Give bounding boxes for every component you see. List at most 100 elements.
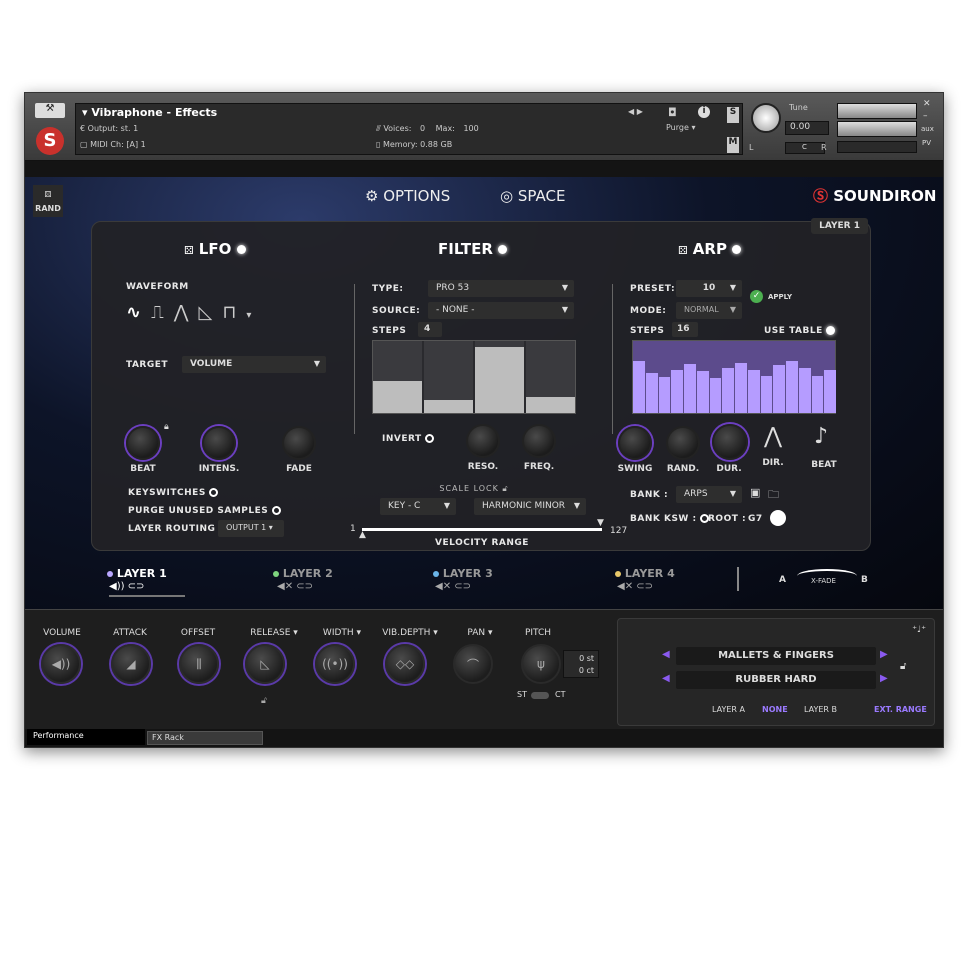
invert-toggle[interactable]: INVERT xyxy=(382,434,435,444)
layer-b-label[interactable]: LAYER B xyxy=(804,705,837,714)
mute-button[interactable]: M xyxy=(727,137,739,153)
wrench-icon[interactable]: ⚒ xyxy=(35,103,65,118)
vib-depth-knob[interactable]: ◇◇ xyxy=(385,644,425,684)
tab-fx-rack[interactable]: FX Rack xyxy=(147,731,263,745)
layer-tab-3[interactable]: LAYER 3 xyxy=(433,567,493,580)
layer-4-mute-link-icons[interactable]: ◀✕ ⊂⊃ xyxy=(617,581,653,592)
next-preset-b-icon[interactable]: ▶ xyxy=(880,673,888,684)
arp-step-bar[interactable] xyxy=(824,369,836,413)
filter-step-column[interactable] xyxy=(526,341,575,413)
rand-button[interactable]: ⚄ RAND xyxy=(33,185,63,217)
root-learn-knob[interactable] xyxy=(770,510,786,526)
triangle-wave-icon[interactable]: ⋀ xyxy=(174,302,199,323)
filter-step-sequencer[interactable] xyxy=(372,340,576,414)
direction-icon[interactable]: ⋀ xyxy=(764,424,782,449)
keyswitches-toggle[interactable]: KEYSWITCHES xyxy=(128,488,219,498)
arp-step-bar[interactable] xyxy=(747,369,760,413)
volume-slider[interactable] xyxy=(837,141,917,153)
attack-knob[interactable]: ◢ xyxy=(111,644,151,684)
lfo-intensity-knob[interactable] xyxy=(202,426,236,460)
offset-knob[interactable]: ⫼ xyxy=(179,644,219,684)
filter-type-dropdown[interactable]: PRO 53 ▼ xyxy=(428,280,574,297)
apply-check-icon[interactable]: ✓ xyxy=(750,290,763,303)
layer-tab-2[interactable]: LAYER 2 xyxy=(273,567,333,580)
arp-step-bar[interactable] xyxy=(735,362,747,413)
arp-step-bar[interactable] xyxy=(811,375,824,413)
preset-b-name[interactable]: RUBBER HARD xyxy=(676,671,876,689)
filter-step-bar[interactable] xyxy=(373,380,422,413)
filter-power-toggle[interactable] xyxy=(498,245,508,254)
lock-icon[interactable]: 🔓︎ xyxy=(502,484,508,493)
sine-wave-icon[interactable]: ∿ xyxy=(126,302,151,323)
arp-step-bar[interactable] xyxy=(658,377,671,413)
key-dropdown[interactable]: KEY - C ▼ xyxy=(380,498,456,515)
volume-knob[interactable]: ◀)) xyxy=(41,644,81,684)
lfo-beat-knob[interactable] xyxy=(126,426,160,460)
close-icon[interactable]: ✕ xyxy=(923,99,931,109)
info-icon[interactable]: i xyxy=(698,106,710,118)
layer-2-mute-link-icons[interactable]: ◀✕ ⊂⊃ xyxy=(277,581,313,592)
preset-a-name[interactable]: MALLETS & FINGERS xyxy=(676,647,876,665)
reso-knob[interactable] xyxy=(466,424,500,458)
source-dropdown[interactable]: - NONE - ▼ xyxy=(428,302,574,319)
save-icon[interactable]: ▣ xyxy=(750,486,760,499)
layer-3-mute-link-icons[interactable]: ◀✕ ⊂⊃ xyxy=(435,581,471,592)
lfo-header[interactable]: ⚄ LFO xyxy=(184,240,246,258)
filter-step-column[interactable] xyxy=(373,341,422,413)
pan-slider[interactable]: C xyxy=(785,142,825,154)
bank-dropdown[interactable]: ARPS ▼ xyxy=(676,486,742,503)
preset-dropdown[interactable]: 10 ▼ xyxy=(676,280,742,297)
arp-step-table[interactable] xyxy=(632,340,836,414)
arp-step-bar[interactable] xyxy=(773,365,785,413)
arp-step-bar[interactable] xyxy=(684,364,696,413)
square-wave-icon[interactable]: ⎍ xyxy=(151,302,174,323)
none-toggle[interactable]: NONE xyxy=(762,705,788,714)
lfo-fade-knob[interactable] xyxy=(282,426,316,460)
instrument-title[interactable]: ▾ Vibraphone - Effects xyxy=(82,106,217,119)
layer-a-label[interactable]: LAYER A xyxy=(712,705,745,714)
ext-range-toggle[interactable]: EXT. RANGE xyxy=(874,705,927,714)
velocity-min-handle[interactable]: ▲ xyxy=(359,530,366,540)
arp-steps-value[interactable]: 16 xyxy=(672,322,698,337)
swing-knob[interactable] xyxy=(618,426,652,460)
tune-value[interactable]: 0.00 xyxy=(785,121,829,135)
layer-1-speaker-link-icons[interactable]: ◀)) ⊂⊃ xyxy=(109,581,144,592)
tune-knob[interactable] xyxy=(751,103,781,133)
arp-step-bar[interactable] xyxy=(786,361,798,413)
minimize-icon[interactable]: – xyxy=(923,111,928,121)
arp-step-bar[interactable] xyxy=(760,375,773,413)
arp-power-toggle[interactable] xyxy=(732,245,742,254)
filter-steps-value[interactable]: 4 xyxy=(418,322,442,337)
arp-step-bar[interactable] xyxy=(645,373,658,413)
pan-knob[interactable]: ⌒ xyxy=(453,644,493,684)
arp-step-bar[interactable] xyxy=(633,361,645,413)
aux-button[interactable]: aux xyxy=(921,125,934,133)
use-table-toggle[interactable]: USE TABLE xyxy=(764,326,836,336)
tab-space[interactable]: ◎ SPACE xyxy=(500,187,565,205)
scale-dropdown[interactable]: HARMONIC MINOR ▼ xyxy=(474,498,586,515)
solo-button[interactable]: S xyxy=(727,107,739,123)
arp-step-bar[interactable] xyxy=(722,368,734,413)
arp-step-bar[interactable] xyxy=(798,368,811,413)
routing-dropdown[interactable]: OUTPUT 1 ▾ xyxy=(218,520,284,537)
velocity-max-handle[interactable]: ▼ xyxy=(597,518,604,528)
pitch-knob[interactable]: ψ xyxy=(521,644,561,684)
filter-step-bar[interactable] xyxy=(424,400,473,413)
prev-preset-b-icon[interactable]: ◀ xyxy=(662,673,670,684)
note-range-icon[interactable]: ⁺♩⁺ xyxy=(912,625,926,635)
arp-step-bar[interactable] xyxy=(696,371,709,413)
release-lock-icon[interactable]: 🔓︎ xyxy=(261,696,267,706)
saw-wave-icon[interactable]: ◺ xyxy=(198,302,222,323)
midi-row[interactable]: ▢ MIDI Ch: [A] 1 xyxy=(80,140,146,149)
purge-menu[interactable]: Purge ▾ xyxy=(666,123,695,132)
camera-icon[interactable]: ◘ xyxy=(668,106,677,119)
lock-icon[interactable]: 🔒︎ xyxy=(164,422,169,432)
waveform-more-icon[interactable]: ▾ xyxy=(246,310,261,321)
arp-step-bar[interactable] xyxy=(709,378,722,413)
tab-options[interactable]: ⚙ OPTIONS xyxy=(365,187,450,205)
arp-step-bar[interactable] xyxy=(671,369,683,413)
random-wave-icon[interactable]: ⊓ xyxy=(222,302,246,323)
prev-next-arrows[interactable]: ◀ ▶ xyxy=(628,107,643,116)
purge-unused-toggle[interactable]: PURGE UNUSED SAMPLES xyxy=(128,506,281,516)
bank-ksw-toggle[interactable]: BANK KSW : xyxy=(630,514,710,524)
